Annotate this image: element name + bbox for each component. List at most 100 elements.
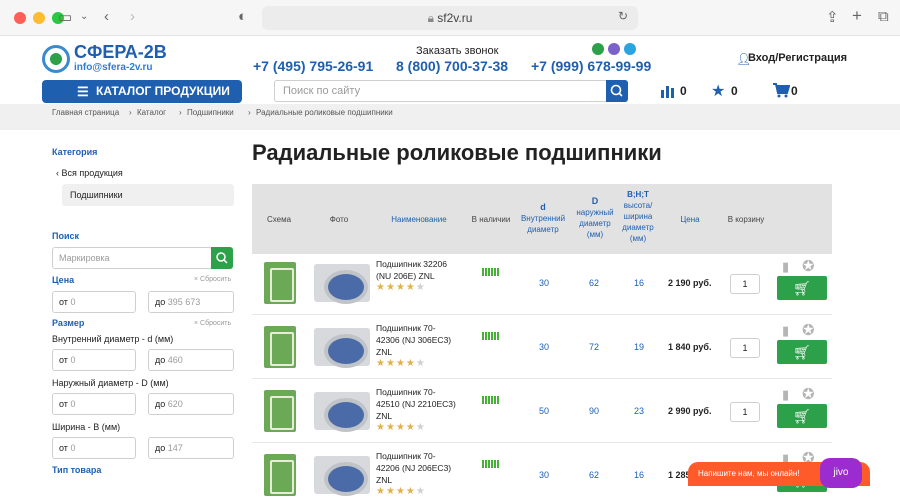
breadcrumb-home[interactable]: Главная страница [52, 108, 119, 117]
star-icon: ★ [405, 422, 416, 433]
phone-moscow[interactable]: +7 (495) 795-26-91 [253, 58, 373, 74]
minimize-window-button[interactable] [33, 12, 45, 24]
stock-indicator [482, 332, 500, 340]
product-photo[interactable] [314, 264, 370, 304]
marking-search-input[interactable]: Маркировка [52, 247, 212, 269]
inner-from-input[interactable]: от 0 [52, 349, 136, 371]
whatsapp-icon[interactable] [592, 43, 604, 55]
outer-to-input[interactable]: до 620 [148, 393, 234, 415]
col-scheme: Схема [266, 215, 292, 224]
product-name[interactable]: ZNL [376, 410, 466, 422]
star-icon: ★ [415, 486, 426, 497]
site-search-button[interactable] [606, 80, 628, 102]
cart-icon: 🛒︎ [793, 280, 811, 296]
callback-link[interactable]: Заказать звонок [416, 45, 498, 57]
col-name[interactable]: Наименование [384, 214, 454, 225]
product-name[interactable]: ZNL [376, 474, 466, 486]
logo-email[interactable]: info@sfera-2v.ru [74, 62, 152, 73]
size-reset-link[interactable]: × Сбросить [194, 320, 231, 327]
search-icon [610, 84, 623, 97]
marking-search-button[interactable] [211, 247, 233, 269]
product-photo[interactable] [314, 328, 370, 368]
price-from-input[interactable]: от 0 [52, 291, 136, 313]
product-name[interactable]: ZNL [376, 346, 466, 358]
address-bar[interactable]: 🔒︎ sf2v.ru [262, 6, 638, 30]
compare-icon[interactable]: ▮ [782, 387, 789, 403]
telegram-icon[interactable] [624, 43, 636, 55]
bearing-scheme-image[interactable] [264, 390, 296, 432]
product-name[interactable]: Подшипник 70- [376, 450, 466, 462]
col-inner-diameter[interactable]: d Внутренний диаметр [518, 202, 568, 235]
inner-to-input[interactable]: до 460 [148, 349, 234, 371]
logo-icon[interactable] [42, 45, 70, 73]
phone-mobile[interactable]: +7 (999) 678-99-99 [531, 58, 651, 74]
add-to-cart-button[interactable]: 🛒︎ [777, 276, 827, 300]
close-window-button[interactable] [14, 12, 26, 24]
shield-icon[interactable]: ◐ [238, 8, 247, 25]
price-reset-link[interactable]: × Сбросить [194, 276, 231, 283]
bearing-scheme-image[interactable] [264, 454, 296, 496]
compare-icon[interactable] [660, 84, 676, 103]
login-link[interactable]: Вход/Регистрация [748, 52, 847, 64]
breadcrumb-catalog[interactable]: Каталог [137, 108, 166, 117]
chat-brand-badge[interactable]: jivo [820, 458, 862, 488]
add-to-cart-button[interactable]: 🛒︎ [777, 404, 827, 428]
quantity-input[interactable]: 1 [730, 338, 760, 358]
favorite-star-icon[interactable]: ✪ [802, 321, 815, 339]
cart-icon[interactable] [772, 82, 791, 103]
all-products-link[interactable]: ‹ Вся продукция [56, 168, 123, 178]
forward-icon[interactable]: › [130, 8, 135, 25]
back-icon[interactable]: ‹ [104, 8, 109, 25]
favorite-star-icon[interactable]: ✪ [802, 257, 815, 275]
compare-icon[interactable]: ▮ [782, 259, 789, 275]
product-photo[interactable] [314, 392, 370, 432]
logo-title[interactable]: СФЕРА-2В [74, 42, 167, 63]
breadcrumb-separator: › [179, 108, 182, 117]
viber-icon[interactable] [608, 43, 620, 55]
site-search-input[interactable]: Поиск по сайту [274, 80, 608, 102]
add-to-cart-button[interactable]: 🛒︎ [777, 340, 827, 364]
phone-tollfree[interactable]: 8 (800) 700-37-38 [396, 58, 508, 74]
share-icon[interactable]: ⇪ [826, 8, 839, 26]
stock-indicator [482, 460, 500, 468]
product-photo[interactable] [314, 456, 370, 496]
star-icon: ★ [385, 486, 396, 497]
favorite-star-icon[interactable]: ✪ [802, 385, 815, 403]
sidebar-toggle-icon[interactable]: ▭ [58, 8, 72, 26]
compare-icon[interactable]: ▮ [782, 323, 789, 339]
selected-category[interactable]: Подшипники [62, 184, 234, 206]
bearing-scheme-image[interactable] [264, 326, 296, 368]
width-to-input[interactable]: до 147 [148, 437, 234, 459]
table-row: Подшипник 70- 42510 (NJ 2210EC3) ZNL ★★★★★ [376, 386, 466, 433]
product-name[interactable]: Подшипник 70- [376, 322, 466, 334]
outer-from-input[interactable]: от 0 [52, 393, 136, 415]
rating-stars: ★★★★★ [376, 422, 466, 433]
product-name[interactable]: Подшипник 32206 [376, 258, 466, 270]
col-price[interactable]: Цена [670, 214, 710, 225]
chevron-down-icon[interactable]: ⌄ [80, 11, 88, 22]
product-name[interactable]: Подшипник 70- [376, 386, 466, 398]
tabs-overview-icon[interactable]: ⧉ [878, 8, 889, 25]
col-width[interactable]: B;H;T высота/ ширина диаметр (мм) [616, 189, 660, 244]
product-name[interactable]: 42306 (NJ 306EC3) [376, 334, 466, 346]
favorites-icon[interactable]: ★ [711, 81, 725, 101]
price-value: 2 990 руб. [668, 406, 712, 416]
star-icon: ★ [395, 282, 406, 293]
row-divider [252, 314, 832, 315]
quantity-input[interactable]: 1 [730, 402, 760, 422]
product-name[interactable]: 42510 (NJ 2210EC3) [376, 398, 466, 410]
catalog-button[interactable]: ☰ КАТАЛОГ ПРОДУКЦИИ [42, 80, 242, 103]
star-icon: ★ [395, 486, 406, 497]
reload-icon[interactable]: ↻ [618, 9, 628, 23]
width-from-input[interactable]: от 0 [52, 437, 136, 459]
quantity-input[interactable]: 1 [730, 274, 760, 294]
breadcrumb-bearings[interactable]: Подшипники [187, 108, 234, 117]
new-tab-icon[interactable]: + [852, 6, 862, 26]
row-divider [252, 442, 832, 443]
bearing-scheme-image[interactable] [264, 262, 296, 304]
product-name[interactable]: 42206 (NJ 206EC3) [376, 462, 466, 474]
product-name[interactable]: (NU 206E) ZNL [376, 270, 466, 282]
col-outer-diameter[interactable]: D наружный диаметр (мм) [570, 196, 620, 240]
price-to-input[interactable]: до 395 673 [148, 291, 234, 313]
star-icon: ★ [376, 486, 386, 497]
